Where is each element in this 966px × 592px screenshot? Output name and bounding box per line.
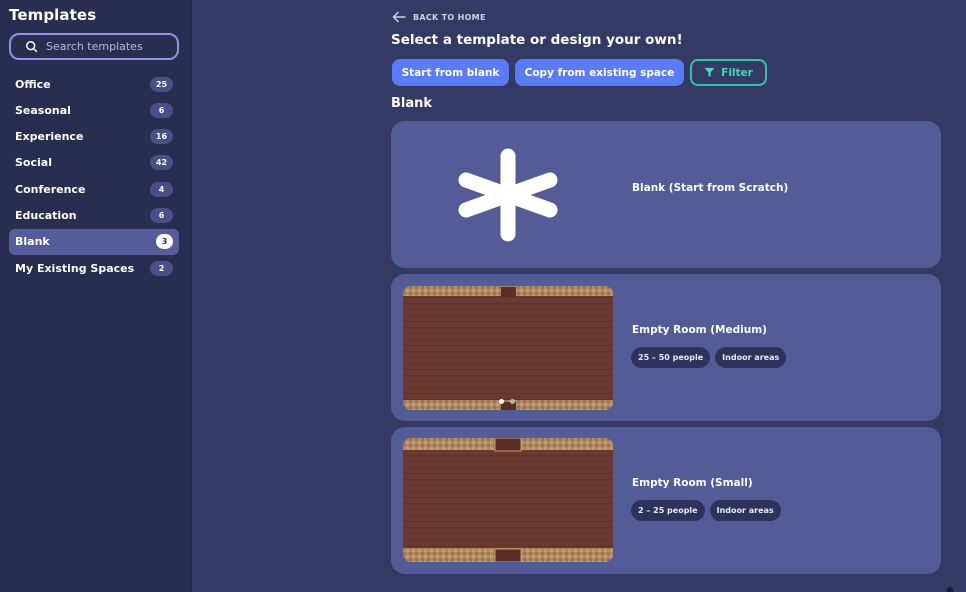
search-box[interactable] [9, 33, 179, 60]
template-name: Blank (Start from Scratch) [632, 182, 789, 194]
filter-label: Filter [721, 66, 753, 79]
category-item-my-existing-spaces[interactable]: My Existing Spaces 2 [9, 255, 179, 281]
category-item-seasonal[interactable]: Seasonal 6 [9, 97, 179, 123]
search-icon [26, 41, 38, 53]
category-list: Office 25 Seasonal 6 Experience 16 Socia… [9, 71, 179, 281]
template-card-empty-room-medium[interactable]: Empty Room (Medium) 25 – 50 people Indoo… [391, 274, 941, 421]
template-tags: 25 – 50 people Indoor areas [631, 347, 791, 368]
room-preview-image [403, 438, 613, 562]
category-count-badge: 2 [150, 260, 173, 276]
category-count-badge: 4 [150, 181, 173, 197]
filter-icon [704, 67, 715, 78]
category-count-badge: 6 [150, 207, 173, 223]
category-label: Office [15, 77, 51, 91]
copy-from-existing-space-button[interactable]: Copy from existing space [515, 59, 684, 86]
filter-button[interactable]: Filter [690, 59, 767, 86]
category-label: Seasonal [15, 103, 71, 117]
category-item-blank[interactable]: Blank 3 [9, 228, 179, 255]
category-label: Blank [15, 235, 50, 249]
scrollbar-thumb[interactable] [947, 587, 953, 592]
category-label: My Existing Spaces [15, 261, 135, 275]
category-label: Experience [15, 130, 84, 144]
category-count-badge: 16 [150, 129, 173, 145]
section-title: Blank [391, 96, 433, 111]
category-item-education[interactable]: Education 6 [9, 202, 179, 228]
category-count-badge: 25 [150, 76, 173, 92]
search-input[interactable] [46, 40, 164, 53]
capacity-tag: 2 – 25 people [631, 500, 705, 521]
arrow-left-icon [392, 11, 406, 23]
back-to-home-label: BACK TO HOME [413, 12, 486, 22]
category-count-badge: 42 [150, 155, 173, 171]
category-item-social[interactable]: Social 42 [9, 150, 179, 176]
template-name: Empty Room (Small) [632, 477, 753, 489]
sidebar: Templates Office 25 Seasonal 6 Experienc… [0, 0, 192, 592]
area-tag: Indoor areas [709, 500, 781, 521]
template-name: Empty Room (Medium) [632, 324, 767, 336]
template-card-blank[interactable]: Blank (Start from Scratch) [391, 121, 941, 268]
category-label: Social [15, 156, 52, 170]
start-from-blank-button[interactable]: Start from blank [392, 59, 509, 86]
page-title: Select a template or design your own! [391, 32, 683, 48]
category-label: Conference [15, 182, 86, 196]
template-tags: 2 – 25 people Indoor areas [631, 500, 786, 521]
area-tag: Indoor areas [715, 347, 787, 368]
category-count-badge: 3 [156, 234, 173, 250]
category-item-experience[interactable]: Experience 16 [9, 124, 179, 150]
sidebar-title: Templates [9, 6, 97, 24]
capacity-tag: 25 – 50 people [631, 347, 711, 368]
category-label: Education [15, 208, 77, 222]
category-count-badge: 6 [150, 102, 173, 118]
template-card-empty-room-small[interactable]: Empty Room (Small) 2 – 25 people Indoor … [391, 427, 941, 574]
room-preview-image [403, 286, 613, 410]
carousel-dot[interactable] [510, 399, 515, 404]
back-to-home-link[interactable]: BACK TO HOME [392, 11, 486, 23]
carousel-dot-active[interactable] [499, 399, 504, 404]
asterisk-icon [458, 148, 558, 242]
category-item-office[interactable]: Office 25 [9, 71, 179, 97]
category-item-conference[interactable]: Conference 4 [9, 176, 179, 202]
